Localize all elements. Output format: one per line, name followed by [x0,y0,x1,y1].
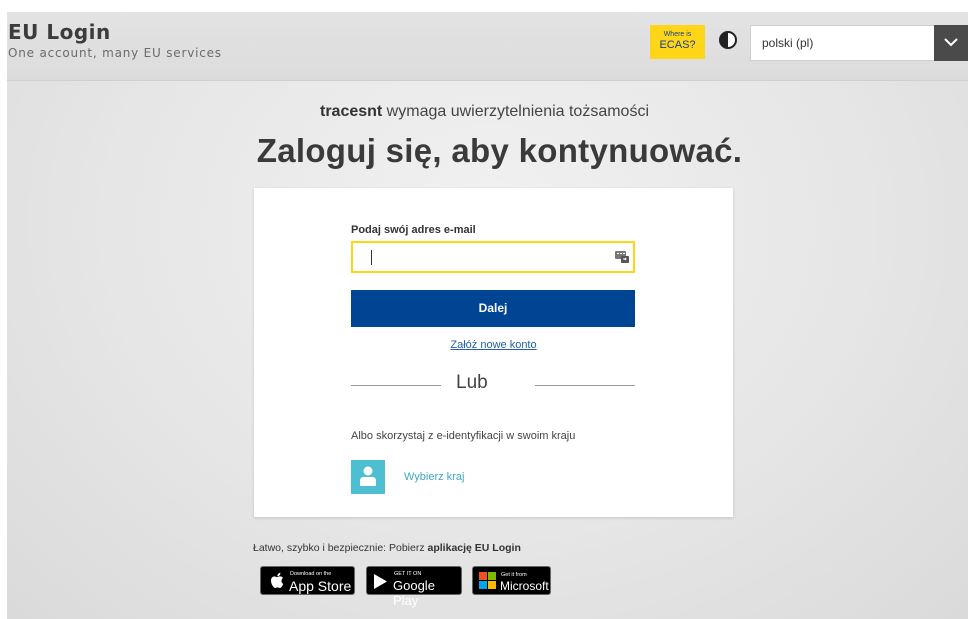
google-play-small: GET IT ON [394,571,422,577]
service-suffix: wymaga uwierzytelnienia tożsamości [382,103,650,120]
email-field[interactable] [351,241,635,273]
header: EU Login One account, many EU services W… [7,12,968,81]
user-icon [351,460,385,494]
divider-left [351,385,441,386]
brand-title: EU Login [8,20,111,44]
microsoft-store-button[interactable]: Get it from Microsoft [472,566,551,595]
app-promo-bold: aplikację EU Login [427,542,521,554]
create-account-link[interactable]: Załóż nowe konto [254,339,733,351]
app-store-small: Download on the [290,571,332,577]
page: EU Login One account, many EU services W… [7,12,968,619]
or-separator: Lub [456,372,488,393]
app-promo-prefix: Łatwo, szybko i bezpiecznie: Pobierz [253,542,428,554]
microsoft-label: Microsoft [500,579,549,593]
language-value: polski (pl) [762,36,814,50]
choose-country-button[interactable]: Wybierz kraj [351,460,491,494]
service-name: tracesnt [319,103,383,120]
eid-text: Albo skorzystaj z e-identyfikacji w swoi… [351,430,576,442]
login-card: Podaj swój adres e-mail Dalej Załóż nowe… [254,188,733,517]
where-is-ecas-button[interactable]: Where is ECAS? [650,25,705,59]
apple-icon [271,572,284,588]
app-store-button[interactable]: Download on the App Store [260,566,355,595]
choose-country-label: Wybierz kraj [404,471,465,483]
brand-subtitle: One account, many EU services [8,46,222,60]
app-promo-text: Łatwo, szybko i bezpiecznie: Pobierz apl… [253,542,521,554]
page-subtitle: tracesnt wymaga uwierzytelnienia tożsamo… [7,103,962,121]
chevron-down-icon[interactable] [934,25,968,61]
ecas-line2: ECAS? [659,39,696,51]
page-title: Zaloguj się, aby kontynuować. [256,132,743,169]
google-play-icon [374,574,387,589]
google-play-button[interactable]: GET IT ON Google Play [366,566,462,608]
next-button[interactable]: Dalej [351,290,635,327]
ecas-line1: Where is [663,31,692,38]
email-label: Podaj swój adres e-mail [351,224,476,236]
divider-right [535,385,635,386]
text-caret [371,250,372,265]
microsoft-icon [479,572,496,589]
app-store-label: App Store [289,578,352,594]
language-select[interactable]: polski (pl) [750,25,968,61]
google-play-label: Google Play [393,578,435,608]
credential-icon [615,251,629,263]
contrast-icon[interactable] [719,31,737,49]
microsoft-small: Get it from [501,572,527,578]
email-input[interactable] [361,248,605,268]
